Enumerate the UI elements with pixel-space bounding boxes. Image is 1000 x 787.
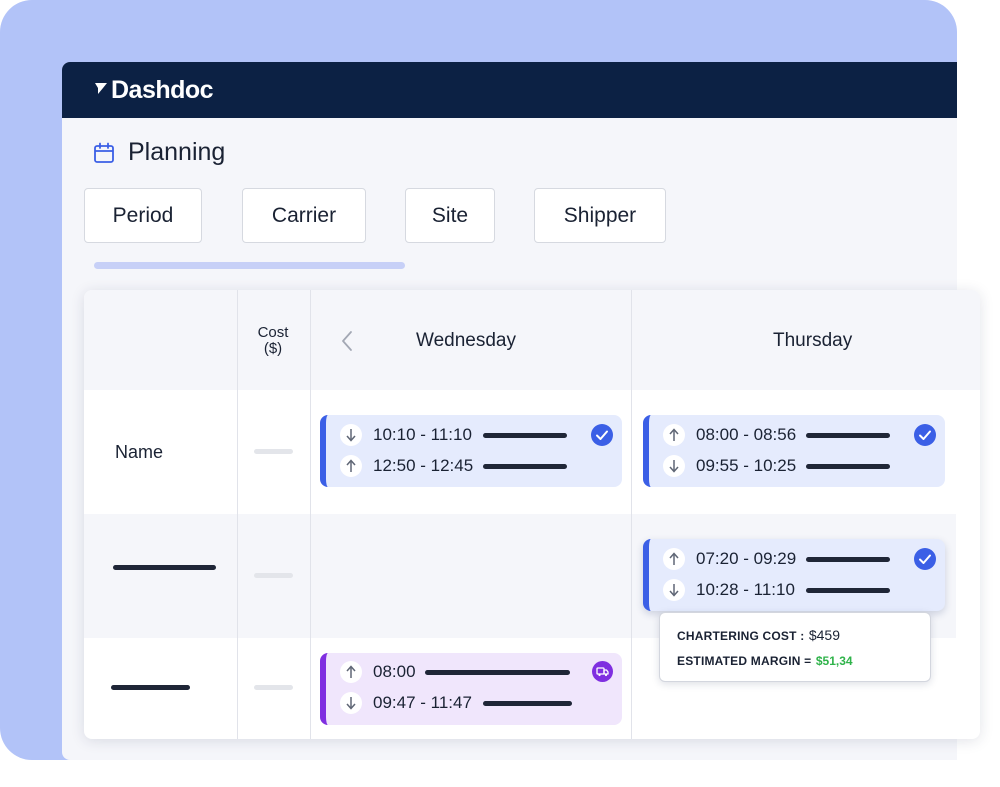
column-divider [631,290,632,739]
slot-time: 08:00 [373,662,416,681]
row-label-placeholder [111,685,190,690]
arrow-down-icon [663,455,685,477]
slot-line: 09:47 - 11:47 [340,691,472,715]
chartered-transport-slot[interactable]: 08:00 09:47 - 11:47 [320,653,622,725]
check-icon [914,548,936,570]
slot-placeholder-bar [425,670,570,675]
slot-time: 08:00 - 08:56 [696,425,797,444]
slot-time: 12:50 - 12:45 [373,456,474,475]
arrow-up-icon [663,548,685,570]
slot-placeholder-bar [806,464,890,469]
slot-placeholder-bar [806,588,890,593]
filter-carrier-button[interactable]: Carrier [242,188,366,243]
slot-time: 10:28 - 11:10 [696,580,795,599]
row-label-placeholder [113,565,216,570]
transport-slot[interactable]: 10:10 - 11:10 12:50 - 12:45 [320,415,622,487]
slot-placeholder-bar [806,557,890,562]
app-logo[interactable]: Dashdoc [94,75,214,104]
column-divider [310,290,311,739]
slot-line: 10:28 - 11:10 [663,578,795,602]
filter-period-button[interactable]: Period [84,188,202,243]
slot-time: 09:47 - 11:47 [373,693,472,712]
slot-line: 10:10 - 11:10 [340,423,472,447]
arrow-down-icon [340,424,362,446]
cost-tooltip: CHARTERING COST : $459 ESTIMATED MARGIN … [659,612,931,682]
slot-placeholder-bar [806,433,890,438]
top-bar: Dashdoc [62,62,957,118]
page-header: Planning [92,138,225,167]
slot-time: 10:10 - 11:10 [373,425,472,444]
cost-header-label: Cost ($) [257,324,289,357]
slot-time: 09:55 - 10:25 [696,456,797,475]
check-icon [914,424,936,446]
chevron-left-icon[interactable] [340,330,354,352]
row-label-name: Name [115,442,164,462]
filter-shipper-button[interactable]: Shipper [534,188,666,243]
page-title: Planning [128,138,226,166]
slot-line: 08:00 - 08:56 [663,423,796,447]
day-header-wednesday: Wednesday [416,330,516,351]
arrow-down-icon [663,579,685,601]
filter-site-button[interactable]: Site [405,188,495,243]
calendar-icon [94,142,114,163]
arrow-up-icon [340,661,362,683]
arrow-up-icon [340,455,362,477]
slot-time: 07:20 - 09:29 [696,549,797,568]
slot-placeholder-bar [483,464,567,469]
cost-placeholder [254,449,293,454]
loading-bar [94,262,405,269]
chartering-cost-label: CHARTERING COST : [677,629,805,643]
transport-slot[interactable]: 08:00 - 08:56 09:55 - 10:25 [643,415,945,487]
app-name: Dashdoc [111,75,214,104]
arrow-up-icon [663,424,685,446]
slot-line: 08:00 [340,660,416,684]
slot-placeholder-bar [483,701,572,706]
estimated-margin-row: ESTIMATED MARGIN = $51,34 [677,652,853,670]
slot-line: 12:50 - 12:45 [340,454,473,478]
cost-column-header: Cost ($) [237,325,309,357]
check-icon [591,424,613,446]
transport-slot-selected[interactable]: 07:20 - 09:29 10:28 - 11:10 [643,539,945,611]
slot-line: 09:55 - 10:25 [663,454,796,478]
slot-line: 07:20 - 09:29 [663,547,796,571]
truck-icon [592,661,613,682]
cost-placeholder [254,573,293,578]
estimated-margin-label: ESTIMATED MARGIN = [677,654,812,668]
cost-placeholder [254,685,293,690]
chartering-cost-row: CHARTERING COST : $459 [677,627,840,645]
estimated-margin-value: $51,34 [815,654,853,668]
dashdoc-logo-icon [95,83,107,94]
day-header-thursday: Thursday [773,330,853,351]
slot-placeholder-bar [483,433,567,438]
chartering-cost-value: $459 [808,627,841,643]
arrow-down-icon [340,692,362,714]
column-divider [237,290,238,739]
